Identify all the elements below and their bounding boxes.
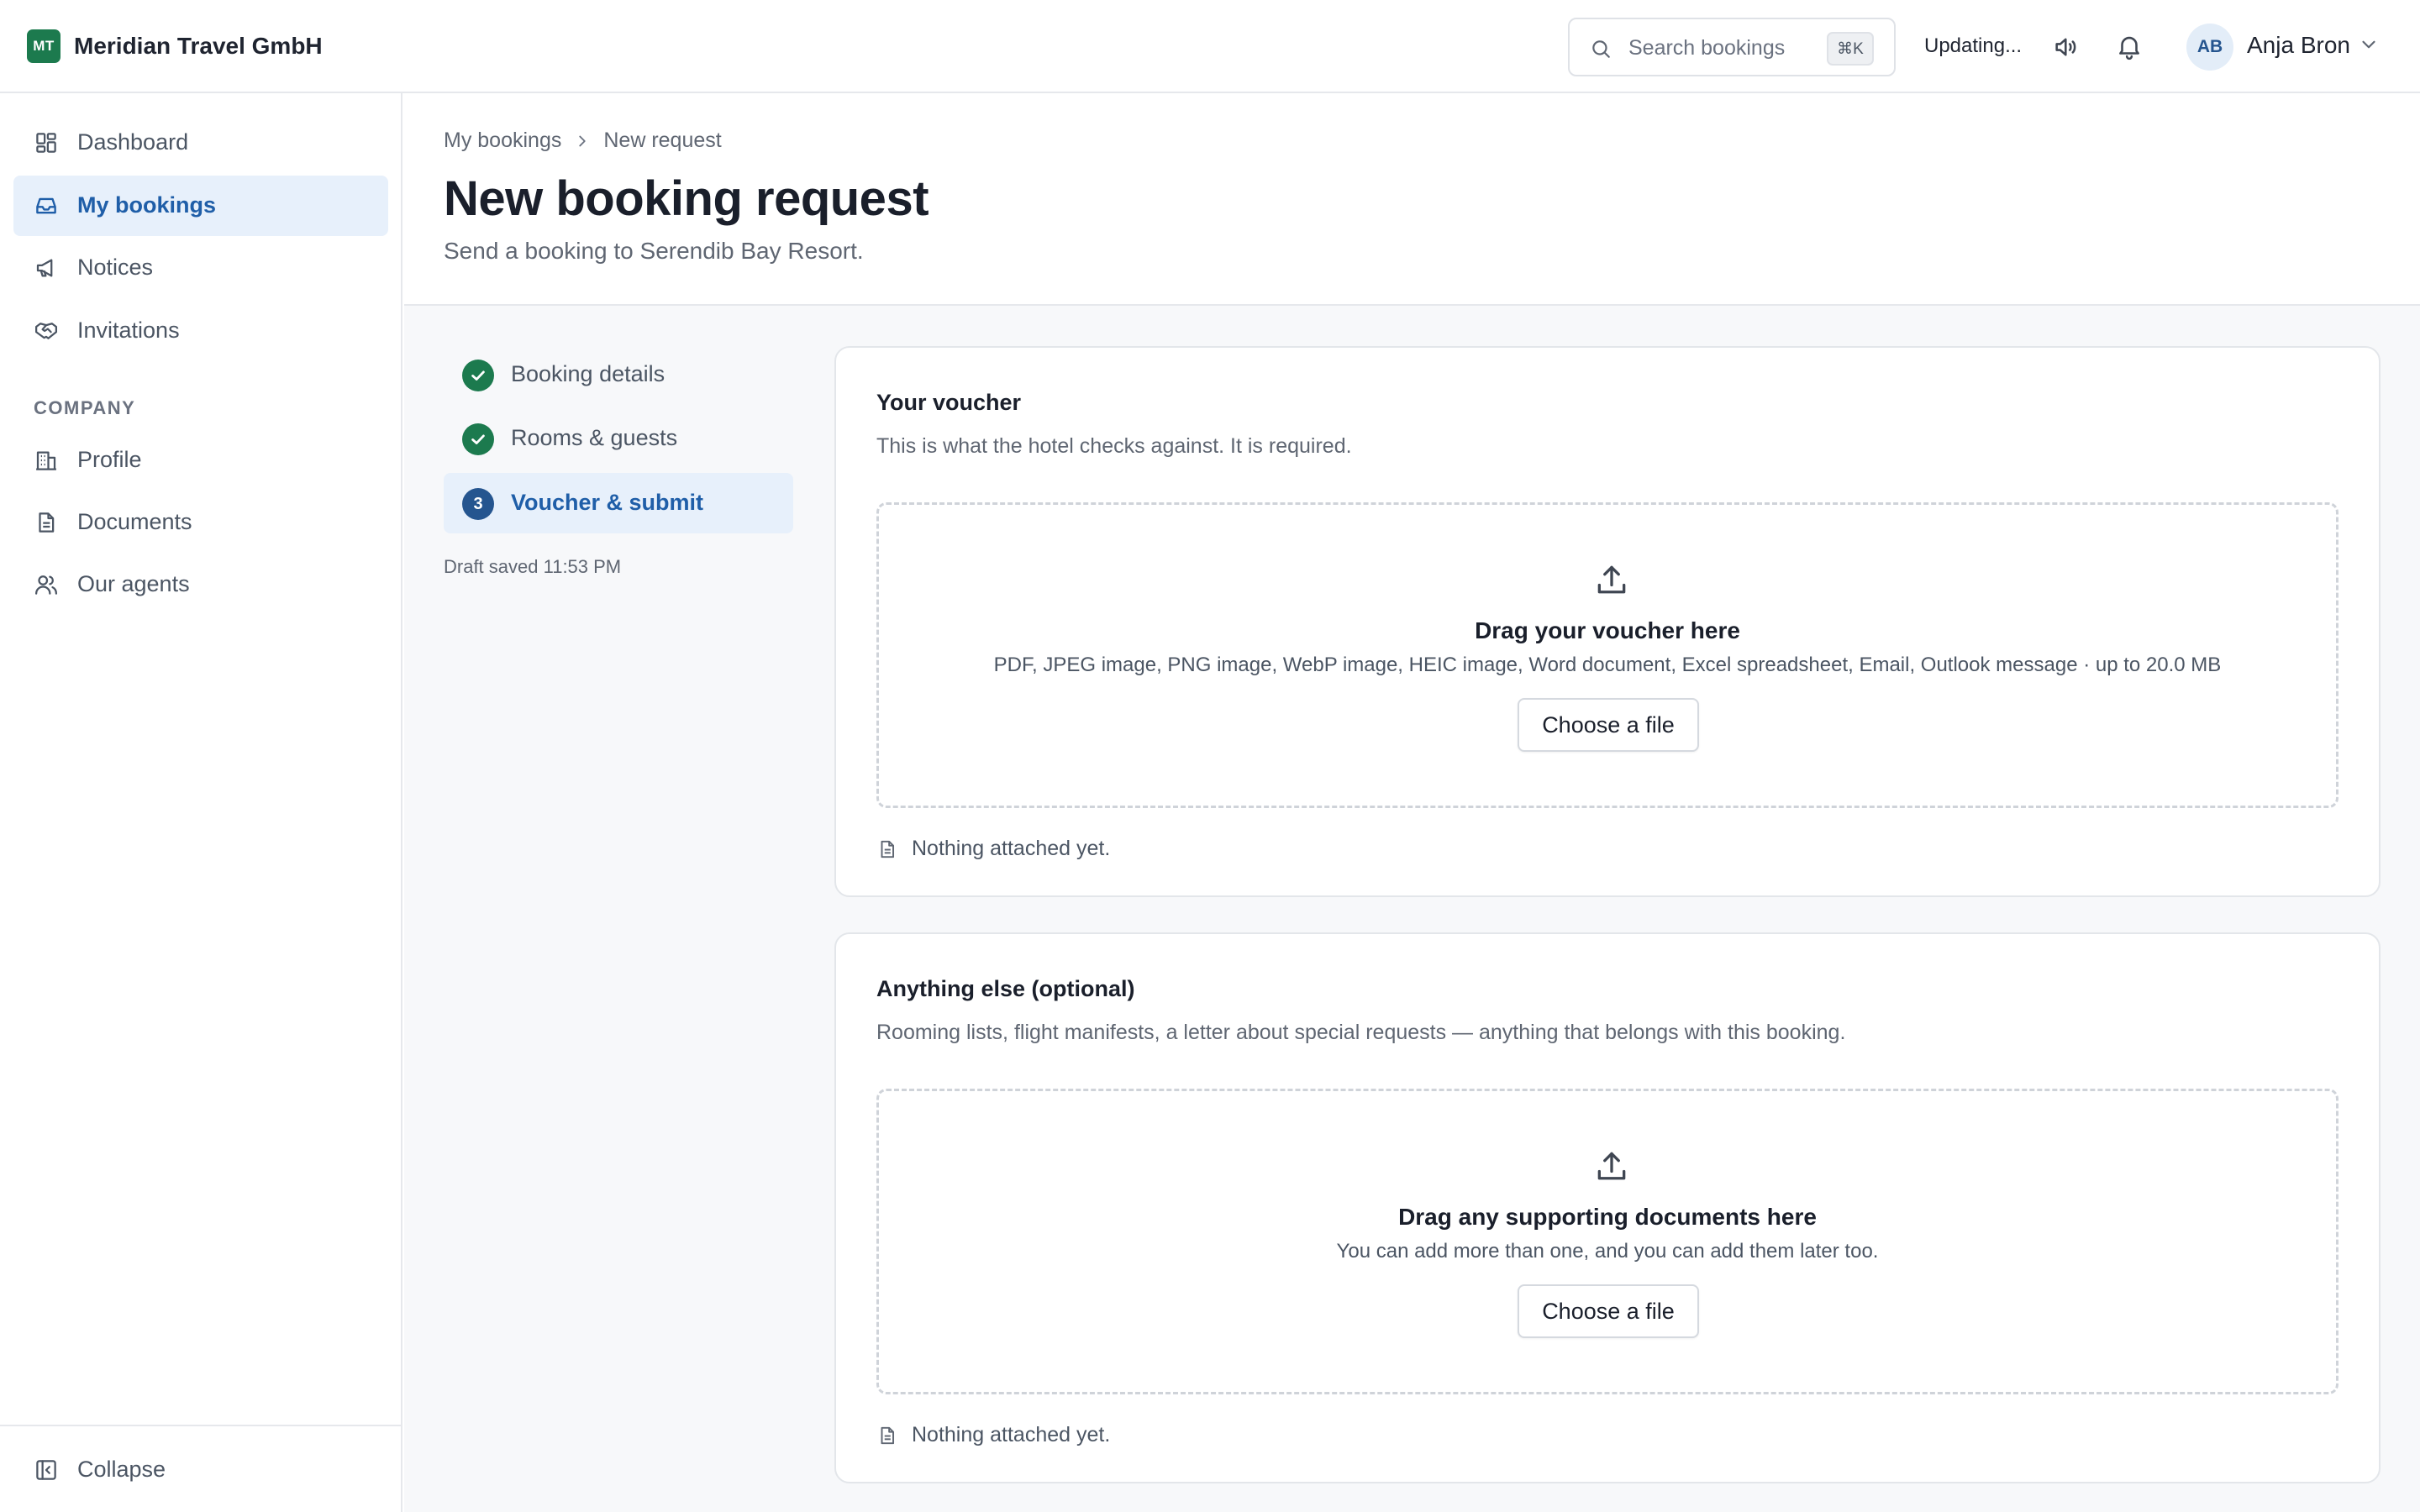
sidebar-item-documents[interactable]: Documents xyxy=(13,492,388,553)
sidebar-item-profile[interactable]: Profile xyxy=(13,430,388,491)
search-input[interactable]: Search bookings ⌘K xyxy=(1568,18,1896,76)
breadcrumb-current: New request xyxy=(603,129,722,152)
supporting-docs-card: Anything else (optional) Rooming lists, … xyxy=(834,932,2381,1483)
search-icon xyxy=(1592,40,1610,58)
sidebar-item-label: Profile xyxy=(77,447,142,472)
breadcrumb: My bookings New request xyxy=(444,129,722,153)
document-icon xyxy=(39,512,55,533)
upload-icon xyxy=(1597,1152,1626,1180)
page-title: New booking request xyxy=(444,171,929,226)
step-label: Voucher & submit xyxy=(511,490,704,515)
step-label: Booking details xyxy=(511,361,666,386)
sidebar-item-notices[interactable]: Notices xyxy=(13,238,388,298)
voucher-card: Your voucher This is what the hotel chec… xyxy=(834,346,2381,897)
search-shortcut: ⌘K xyxy=(1827,32,1874,66)
sidebar-item-label: Invitations xyxy=(77,318,180,343)
sidebar-item-invitations[interactable]: Invitations xyxy=(13,301,388,361)
bell-icon[interactable] xyxy=(2115,32,2144,60)
breadcrumb-my-bookings[interactable]: My bookings xyxy=(444,129,561,153)
step-rooms-guests[interactable]: Rooms & guests xyxy=(444,408,793,469)
card-description: This is what the hotel checks against. I… xyxy=(876,434,1352,458)
sidebar-item-label: Notices xyxy=(77,255,154,280)
sidebar-item-label: Dashboard xyxy=(77,129,189,155)
step-label: Rooms & guests xyxy=(511,425,678,450)
dropzone-hint: PDF, JPEG image, PNG image, WebP image, … xyxy=(993,654,2222,676)
sidebar-item-label: Our agents xyxy=(77,571,190,596)
card-title: Your voucher xyxy=(876,390,1022,415)
speaker-icon[interactable] xyxy=(2052,33,2081,61)
megaphone-icon xyxy=(36,259,53,277)
inbox-icon xyxy=(36,197,56,214)
sidebar-item-my-bookings[interactable]: My bookings xyxy=(13,176,388,236)
file-icon xyxy=(881,840,895,858)
upload-icon xyxy=(1597,565,1626,594)
page-header: My bookings New request New booking requ… xyxy=(404,93,2420,306)
dashboard-icon xyxy=(36,133,56,153)
draft-status: Draft saved 11:53 PM xyxy=(444,556,622,577)
step-voucher-submit[interactable]: 3 Voucher & submit xyxy=(444,473,793,533)
attachment-status: Nothing attached yet. xyxy=(876,837,1110,861)
sync-status: Updating... xyxy=(1924,34,2023,57)
attachment-text: Nothing attached yet. xyxy=(912,1423,1111,1446)
attachment-status: Nothing attached yet. xyxy=(876,1423,1110,1447)
users-icon xyxy=(35,575,57,595)
sidebar: Dashboard My bookings Notices Invitation… xyxy=(0,93,402,1512)
dropzone-title: Drag your voucher here xyxy=(1475,617,1740,643)
collapse-icon xyxy=(36,1460,56,1480)
brand[interactable]: MT Meridian Travel GmbH xyxy=(27,29,323,63)
top-bar: MT Meridian Travel GmbH Search bookings … xyxy=(0,0,2420,93)
building-icon xyxy=(36,451,56,470)
supporting-dropzone[interactable]: Drag any supporting documents here You c… xyxy=(876,1089,2338,1394)
sidebar-item-our-agents[interactable]: Our agents xyxy=(13,554,388,615)
sidebar-item-dashboard[interactable]: Dashboard xyxy=(13,113,388,173)
dropzone-hint: You can add more than one, and you can a… xyxy=(1336,1240,1879,1263)
voucher-dropzone[interactable]: Drag your voucher here PDF, JPEG image, … xyxy=(876,502,2338,808)
attachment-text: Nothing attached yet. xyxy=(912,837,1111,860)
sidebar-footer: Collapse xyxy=(0,1425,401,1512)
sidebar-section-company: COMPANY xyxy=(34,397,136,418)
check-circle-icon xyxy=(462,360,494,391)
check-circle-icon xyxy=(462,423,494,455)
choose-file-button[interactable]: Choose a file xyxy=(1518,698,1699,752)
card-title: Anything else (optional) xyxy=(876,976,1135,1001)
sidebar-item-label: Documents xyxy=(77,509,192,534)
file-icon xyxy=(881,1426,895,1444)
step-booking-details[interactable]: Booking details xyxy=(444,344,793,405)
chevron-down-icon[interactable] xyxy=(2358,34,2380,55)
sidebar-item-label: My bookings xyxy=(77,192,217,218)
dropzone-title: Drag any supporting documents here xyxy=(1398,1204,1817,1230)
avatar[interactable]: AB xyxy=(2186,24,2233,71)
step-number-badge: 3 xyxy=(462,488,494,520)
collapse-button[interactable]: Collapse xyxy=(13,1440,388,1500)
brand-logo: MT xyxy=(27,29,60,63)
choose-file-button[interactable]: Choose a file xyxy=(1518,1284,1699,1338)
handshake-icon xyxy=(35,323,57,339)
chevron-right-icon xyxy=(579,135,587,146)
search-placeholder: Search bookings xyxy=(1628,36,1786,60)
collapse-label: Collapse xyxy=(77,1457,166,1482)
card-description: Rooming lists, flight manifests, a lette… xyxy=(876,1021,1846,1044)
user-name[interactable]: Anja Bron xyxy=(2247,32,2350,59)
main-content: Booking details Rooms & guests 3 Voucher… xyxy=(404,306,2420,1512)
brand-name: Meridian Travel GmbH xyxy=(74,33,323,59)
page-subtitle: Send a booking to Serendib Bay Resort. xyxy=(444,238,864,264)
